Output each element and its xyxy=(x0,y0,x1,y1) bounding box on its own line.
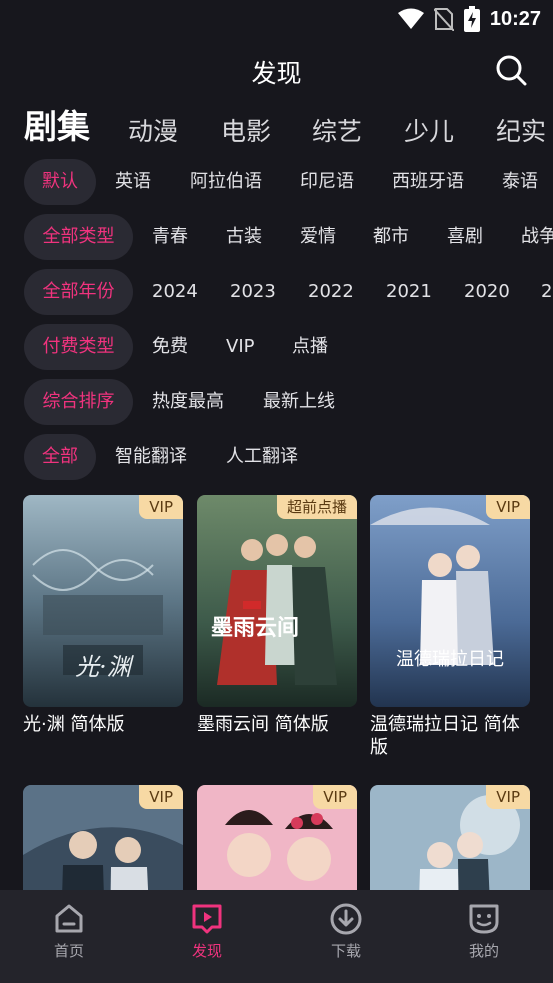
download-icon xyxy=(330,903,362,935)
filter-row-language: 默认 英语 阿拉伯语 印尼语 西班牙语 泰语 xyxy=(0,159,553,205)
chip-youth[interactable]: 青春 xyxy=(152,214,188,260)
chip-comedy[interactable]: 喜剧 xyxy=(447,214,483,260)
chip-year-2022[interactable]: 2022 xyxy=(308,269,354,315)
chip-sort-overall[interactable]: 综合排序 xyxy=(24,379,133,425)
nav-download[interactable]: 下载 xyxy=(306,902,386,961)
chip-costume[interactable]: 古装 xyxy=(226,214,262,260)
discover-icon xyxy=(192,904,222,934)
chip-spanish[interactable]: 西班牙语 xyxy=(392,159,464,205)
poster-image[interactable]: 光·渊 VIP xyxy=(23,495,183,707)
chip-urban[interactable]: 都市 xyxy=(373,214,409,260)
vip-badge: VIP xyxy=(139,785,183,809)
home-icon xyxy=(55,904,83,933)
filter-row-sort: 综合排序 热度最高 最新上线 xyxy=(0,379,553,425)
tab-anime[interactable]: 动漫 xyxy=(128,112,178,148)
vip-badge: VIP xyxy=(139,495,183,519)
poster-logo-text: 墨雨云间 xyxy=(211,616,299,641)
nav-discover[interactable]: 发现 xyxy=(167,902,247,961)
chip-on-demand[interactable]: 点播 xyxy=(292,324,328,370)
vip-badge: VIP xyxy=(486,495,530,519)
poster-image[interactable]: 温德瑞拉日记 VIP xyxy=(370,495,530,707)
chip-year-more[interactable]: 2 xyxy=(541,269,552,315)
wifi-icon xyxy=(397,8,424,29)
nav-profile[interactable]: 我的 xyxy=(444,902,524,961)
card-title[interactable]: 温德瑞拉日记 简体版 xyxy=(370,713,535,759)
filter-row-translation: 全部 智能翻译 人工翻译 xyxy=(0,434,553,480)
chip-sort-newest[interactable]: 最新上线 xyxy=(263,379,335,425)
chip-all-years[interactable]: 全部年份 xyxy=(24,269,133,315)
vip-badge: VIP xyxy=(486,785,530,809)
tab-variety[interactable]: 综艺 xyxy=(312,112,362,148)
content-card[interactable]: 温德瑞拉日记 VIP 温德瑞拉日记 简体版 xyxy=(370,495,530,759)
tab-drama[interactable]: 剧集 xyxy=(24,104,90,148)
chip-indonesian[interactable]: 印尼语 xyxy=(300,159,354,205)
category-tabs: 剧集 动漫 电影 综艺 少儿 纪实 xyxy=(0,104,553,154)
battery-charging-icon xyxy=(463,6,480,32)
card-title[interactable]: 墨雨云间 简体版 xyxy=(197,713,362,736)
card-title[interactable]: 光·渊 简体版 xyxy=(23,713,188,736)
vip-badge: VIP xyxy=(313,785,357,809)
tab-movie[interactable]: 电影 xyxy=(221,112,271,148)
tab-documentary[interactable]: 纪实 xyxy=(496,112,546,148)
nav-label: 首页 xyxy=(53,942,84,960)
chip-default[interactable]: 默认 xyxy=(24,159,96,205)
chip-vip[interactable]: VIP xyxy=(226,324,254,370)
chip-pay-type[interactable]: 付费类型 xyxy=(24,324,133,370)
chip-free[interactable]: 免费 xyxy=(152,324,188,370)
nav-label: 我的 xyxy=(468,942,499,960)
nav-label: 发现 xyxy=(191,942,222,960)
search-icon[interactable] xyxy=(495,54,527,86)
tab-kids[interactable]: 少儿 xyxy=(404,112,454,148)
poster-logo-text: 温德瑞拉日记 xyxy=(396,649,504,670)
page-title: 发现 xyxy=(251,59,302,88)
chip-year-2024[interactable]: 2024 xyxy=(152,269,198,315)
bottom-navigation: 首页 发现 下载 我的 xyxy=(0,890,553,983)
early-access-badge: 超前点播 xyxy=(276,495,357,519)
chip-all-genres[interactable]: 全部类型 xyxy=(24,214,133,260)
chip-sort-hot[interactable]: 热度最高 xyxy=(152,379,224,425)
chip-human-translation[interactable]: 人工翻译 xyxy=(226,434,298,480)
profile-icon xyxy=(469,904,499,934)
chip-english[interactable]: 英语 xyxy=(115,159,151,205)
content-card[interactable]: 光·渊 VIP 光·渊 简体版 xyxy=(23,495,183,736)
chip-arabic[interactable]: 阿拉伯语 xyxy=(190,159,262,205)
nav-label: 下载 xyxy=(330,942,361,960)
chip-romance[interactable]: 爱情 xyxy=(300,214,336,260)
status-time: 10:27 xyxy=(489,7,541,30)
filter-row-pay: 付费类型 免费 VIP 点播 xyxy=(0,324,553,370)
filter-row-year: 全部年份 2024 2023 2022 2021 2020 2 xyxy=(0,269,553,315)
chip-year-2021[interactable]: 2021 xyxy=(386,269,432,315)
no-sim-icon xyxy=(433,8,454,31)
chip-ai-translation[interactable]: 智能翻译 xyxy=(115,434,187,480)
status-bar: 10:27 xyxy=(0,0,553,40)
chip-thai[interactable]: 泰语 xyxy=(502,159,538,205)
filter-row-genre: 全部类型 青春 古装 爱情 都市 喜剧 战争 xyxy=(0,214,553,260)
nav-home[interactable]: 首页 xyxy=(29,902,109,961)
content-card[interactable]: 墨雨云间 超前点播 墨雨云间 简体版 xyxy=(197,495,357,736)
poster-logo-text: 光·渊 xyxy=(75,653,135,681)
app-header: 发现 xyxy=(0,48,553,94)
chip-year-2023[interactable]: 2023 xyxy=(230,269,276,315)
chip-war[interactable]: 战争 xyxy=(521,214,553,260)
chip-translation-all[interactable]: 全部 xyxy=(24,434,96,480)
chip-year-2020[interactable]: 2020 xyxy=(464,269,510,315)
poster-image[interactable]: 墨雨云间 超前点播 xyxy=(197,495,357,707)
